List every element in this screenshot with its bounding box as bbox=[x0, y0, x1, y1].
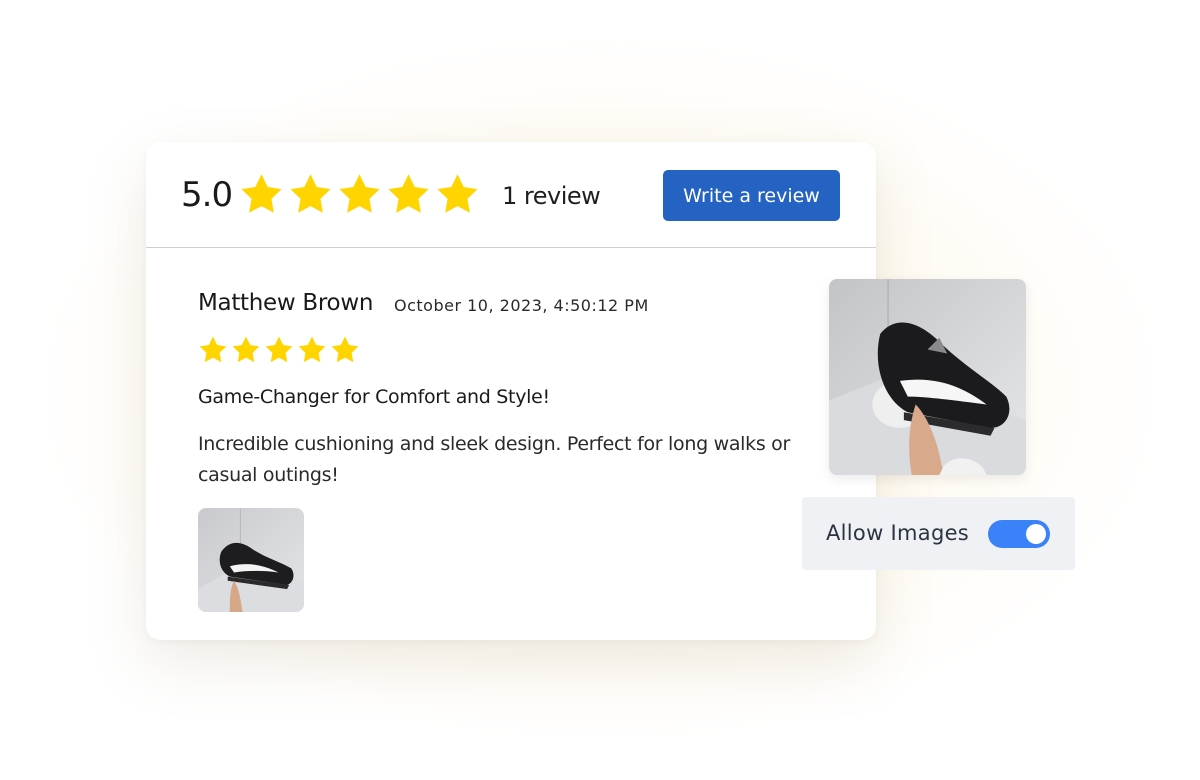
average-rating: 5.0 bbox=[181, 175, 233, 215]
star-icon bbox=[232, 336, 260, 363]
review-title: Game-Changer for Comfort and Style! bbox=[198, 386, 550, 408]
toggle-knob bbox=[1026, 524, 1046, 544]
reviewer-name: Matthew Brown bbox=[198, 290, 374, 316]
star-icon bbox=[437, 174, 478, 213]
star-icon bbox=[241, 174, 282, 213]
reviews-widget: 5.0 1 review Write a review Matthew Brow… bbox=[146, 142, 876, 640]
review-photo-thumbnail[interactable] bbox=[198, 508, 304, 612]
star-icon bbox=[331, 336, 359, 363]
review-body: Incredible cushioning and sleek design. … bbox=[198, 433, 791, 486]
star-icon bbox=[199, 336, 227, 363]
star-icon bbox=[298, 336, 326, 363]
sneaker-photo-icon bbox=[829, 279, 1026, 475]
review-photo-preview[interactable] bbox=[829, 279, 1026, 475]
review-stars bbox=[198, 335, 360, 365]
review-date: October 10, 2023, 4:50:12 PM bbox=[394, 296, 649, 315]
star-icon bbox=[339, 174, 380, 213]
average-stars bbox=[239, 172, 480, 217]
rating-summary: 5.0 1 review Write a review bbox=[146, 142, 876, 248]
write-review-button[interactable]: Write a review bbox=[663, 170, 840, 221]
star-icon bbox=[290, 174, 331, 213]
allow-images-setting: Allow Images bbox=[802, 497, 1075, 570]
star-icon bbox=[265, 336, 293, 363]
star-icon bbox=[388, 174, 429, 213]
allow-images-toggle[interactable] bbox=[988, 520, 1050, 548]
allow-images-label: Allow Images bbox=[826, 521, 970, 545]
review-count: 1 review bbox=[502, 182, 601, 210]
sneaker-photo-icon bbox=[198, 508, 304, 612]
